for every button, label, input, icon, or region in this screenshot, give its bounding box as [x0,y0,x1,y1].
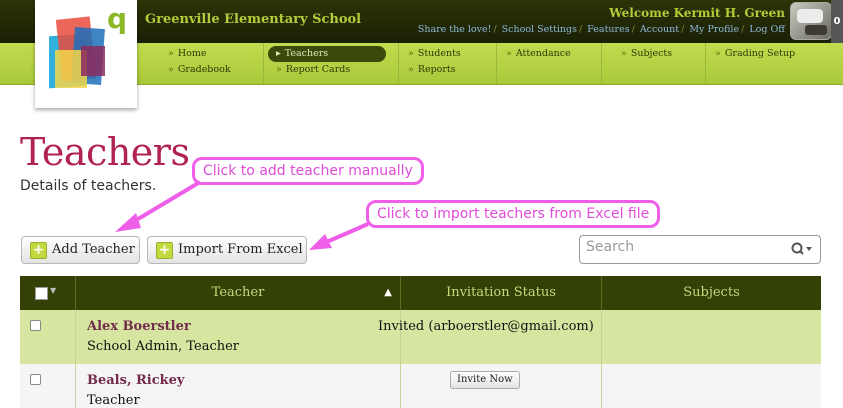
school-logo[interactable]: q [35,0,137,108]
notification-badge[interactable]: 0 [831,0,843,43]
nav-item-attendance[interactable]: Attendance [498,46,571,62]
link-account[interactable]: Account [640,24,679,35]
select-all-checkbox[interactable] [35,287,48,300]
link-school-settings[interactable]: School Settings [502,24,577,35]
nav-item-grading-setup[interactable]: Grading Setup [707,46,795,62]
sort-asc-icon: ▲ [384,287,392,298]
nav-item-reports[interactable]: Reports [400,62,461,78]
link-share-the-love[interactable]: Share the love! [418,24,492,35]
row-checkbox[interactable] [30,320,41,331]
table-row[interactable]: Beals, Rickey Teacher Invite Now [20,364,821,408]
nav-item-gradebook[interactable]: Gradebook [160,62,231,78]
row-checkbox[interactable] [30,374,41,385]
link-features[interactable]: Features [587,24,629,35]
nav-item-subjects[interactable]: Subjects [613,46,672,62]
header-links: Share the love! / School Settings / Featur… [417,24,785,35]
nav-item-report-cards[interactable]: Report Cards [268,62,386,78]
school-name[interactable]: Greenville Elementary School [145,12,361,27]
column-header-teacher[interactable]: Teacher ▲ [76,276,400,310]
invite-now-button[interactable]: Invite Now [450,371,520,389]
table-header: ▼ Teacher ▲ Invitation Status Subjects [20,276,821,310]
page-title: Teachers [20,130,190,174]
teacher-role: School Admin, Teacher [87,339,240,354]
nav-item-teachers[interactable]: Teachers [268,46,386,62]
welcome-text: Welcome Kermit H. Green [609,6,785,20]
link-log-off[interactable]: Log Off [749,24,785,35]
avatar[interactable] [790,2,832,40]
teacher-name[interactable]: Alex Boerstler [87,319,191,334]
import-excel-button[interactable]: + Import From Excel [147,236,307,264]
plus-icon: + [30,242,47,259]
nav-column-5: Subjects [613,46,672,62]
nav-column-2: Teachers Report Cards [268,46,386,78]
nav-column-6: Grading Setup [707,46,795,62]
table-row[interactable]: Alex Boerstler School Admin, Teacher Inv… [20,310,821,364]
nav-column-3: Students Reports [400,46,461,78]
column-header-subjects[interactable]: Subjects [602,276,821,310]
chevron-down-icon[interactable]: ▼ [50,286,56,295]
callout-add-teacher: Click to add teacher manually [192,157,424,185]
nav-item-students[interactable]: Students [400,46,461,62]
nav-item-home[interactable]: Home [160,46,231,62]
nav-column-4: Attendance [498,46,571,62]
plus-icon: + [156,242,173,259]
link-my-profile[interactable]: My Profile [689,24,739,35]
callout-import-excel: Click to import teachers from Excel file [366,200,661,228]
nav-column-1: Home Gradebook [160,46,231,78]
search-input[interactable]: Search [579,235,821,264]
teacher-name[interactable]: Beals, Rickey [87,373,184,388]
search-icon[interactable] [790,241,814,257]
page-subtitle: Details of teachers. [20,178,157,194]
column-header-invitation-status[interactable]: Invitation Status [401,276,601,310]
invitation-status: Invited (arboerstler@gmail.com) [378,319,594,334]
add-teacher-button[interactable]: + Add Teacher [21,236,140,264]
